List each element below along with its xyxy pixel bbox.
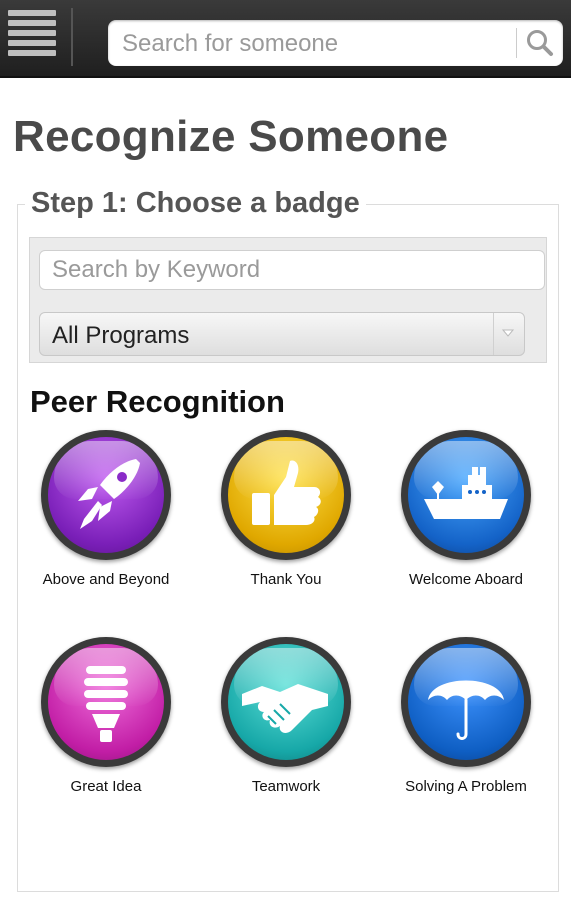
badge-above-and-beyond[interactable]: Above and Beyond [21,430,191,588]
handshake-icon [228,644,344,760]
menu-icon[interactable] [8,10,56,64]
people-search-box [108,20,563,66]
badge-circle [41,430,171,560]
section-title: Peer Recognition [30,384,285,419]
search-separator [516,28,517,58]
badge-circle [401,430,531,560]
badge-solving-a-problem[interactable]: Solving A Problem [381,637,551,795]
program-select[interactable]: All Programs [39,312,525,356]
ship-icon [408,437,524,553]
badge-label: Welcome Aboard [409,571,523,588]
top-bar [0,0,571,78]
step-title: Step 1: Choose a badge [25,187,366,220]
program-select-value: All Programs [52,322,190,349]
keyword-search-input[interactable] [39,250,545,290]
thumbs-up-icon [228,437,344,553]
badge-thank-you[interactable]: Thank You [201,430,371,588]
umbrella-icon [408,644,524,760]
badge-circle [221,430,351,560]
badge-label: Solving A Problem [405,778,527,795]
badge-teamwork[interactable]: Teamwork [201,637,371,795]
lightbulb-icon [48,644,164,760]
filter-panel: All Programs [29,237,547,363]
badge-circle [401,637,531,767]
badge-label: Great Idea [70,778,142,795]
badge-label: Thank You [250,571,322,588]
rocket-icon [48,437,164,553]
badge-circle [221,637,351,767]
badge-welcome-aboard[interactable]: Welcome Aboard [381,430,551,588]
badge-label: Above and Beyond [42,571,170,588]
badge-circle [41,637,171,767]
people-search-input[interactable] [120,28,514,60]
toolbar-divider [71,8,73,66]
chevron-down-icon [493,313,524,355]
search-icon[interactable] [524,28,556,58]
page-title: Recognize Someone [13,112,449,161]
badge-great-idea[interactable]: Great Idea [21,637,191,795]
badge-label: Teamwork [251,778,321,795]
